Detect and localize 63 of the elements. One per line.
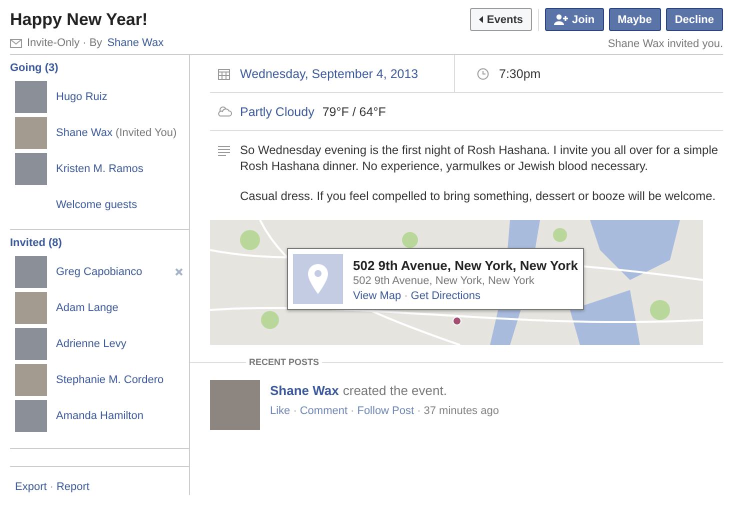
date-link[interactable]: Wednesday, September 4, 2013 [240,66,418,80]
close-icon [175,268,183,276]
post-text: created the event. [342,383,447,398]
event-title: Happy New Year! [10,9,149,30]
avatar-placeholder [15,328,47,360]
invited-you-note: (Invited You) [116,126,177,138]
link[interactable]: View Map [353,290,402,302]
avatar-placeholder [15,256,47,288]
location-title: 502 9th Avenue, New York, New York [353,258,578,273]
location-pin-icon [308,264,328,294]
person-link[interactable]: Stephanie M. Cordero [56,374,164,386]
separator: · [50,481,54,493]
location-address: 502 9th Avenue, New York, New York [353,275,536,287]
separator: · [417,405,421,417]
person-link[interactable]: Amanda Hamilton [56,410,144,422]
invite-note: Shane Wax invited you. [608,38,723,50]
join-button[interactable]: Join [544,8,604,31]
link[interactable]: Follow Post [357,405,414,417]
avatar-placeholder [15,81,47,113]
person-link[interactable]: Adrienne Levy [56,338,126,350]
link[interactable]: Get Directions [410,290,480,302]
map-pin-icon [452,316,462,326]
person-link[interactable]: Kristen M. Ramos [56,162,144,174]
link[interactable]: Like [270,405,290,417]
section-heading[interactable]: Invited (8) [10,237,189,249]
separator: · [404,290,408,302]
section-heading: RECENT POSTS [246,357,322,367]
avatar-placeholder [15,400,47,432]
envelope-icon [10,38,22,48]
link[interactable]: Comment [300,405,348,417]
cloud-icon [218,106,232,117]
host-link[interactable]: Shane Wax [107,37,164,49]
weather-link[interactable]: Partly Cloudy [240,104,314,118]
add-person-icon [554,14,568,25]
person-link[interactable]: Adam Lange [56,302,118,314]
rsvp-button[interactable]: Maybe [608,8,661,31]
link[interactable]: Export [15,481,47,493]
text-lines-icon [218,145,230,157]
welcome-guests-link[interactable]: Welcome guests [56,199,189,211]
person-link[interactable]: Greg Capobianco [56,266,142,278]
person-link[interactable]: Hugo Ruiz [56,90,108,102]
separator: · [293,405,297,417]
rsvp-button[interactable]: Decline [666,8,723,31]
caret-icon [478,16,483,23]
separator: · [350,405,354,417]
description-paragraph: Casual dress. If you feel compelled to bring something, dessert or booze will be welcome. [240,188,717,204]
description-paragraph: So Wednesday evening is the first night of Rosh Hashana. I invite you all over for a simple Rosh Hashana dinner. No experience, yarmulkes or Jewish blood necessary. [240,142,720,174]
privacy-label: Invite-Only · By [27,37,102,49]
person-link[interactable]: Shane Wax [56,126,112,138]
calendar-icon [218,68,230,80]
section-heading[interactable]: Going (3) [10,62,189,74]
clock-icon [477,68,489,80]
avatar-placeholder [15,117,47,149]
temperature: 79°F / 64°F [322,104,386,118]
link[interactable]: Report [56,481,90,493]
author-link[interactable]: Shane Wax [270,383,339,398]
timestamp: 37 minutes ago [424,405,499,417]
avatar-placeholder [15,153,47,185]
avatar-placeholder [15,292,47,324]
avatar-placeholder [15,364,47,396]
events-button[interactable]: Events [470,8,532,31]
event-time: 7:30pm [499,66,541,80]
avatar-placeholder [210,380,260,430]
